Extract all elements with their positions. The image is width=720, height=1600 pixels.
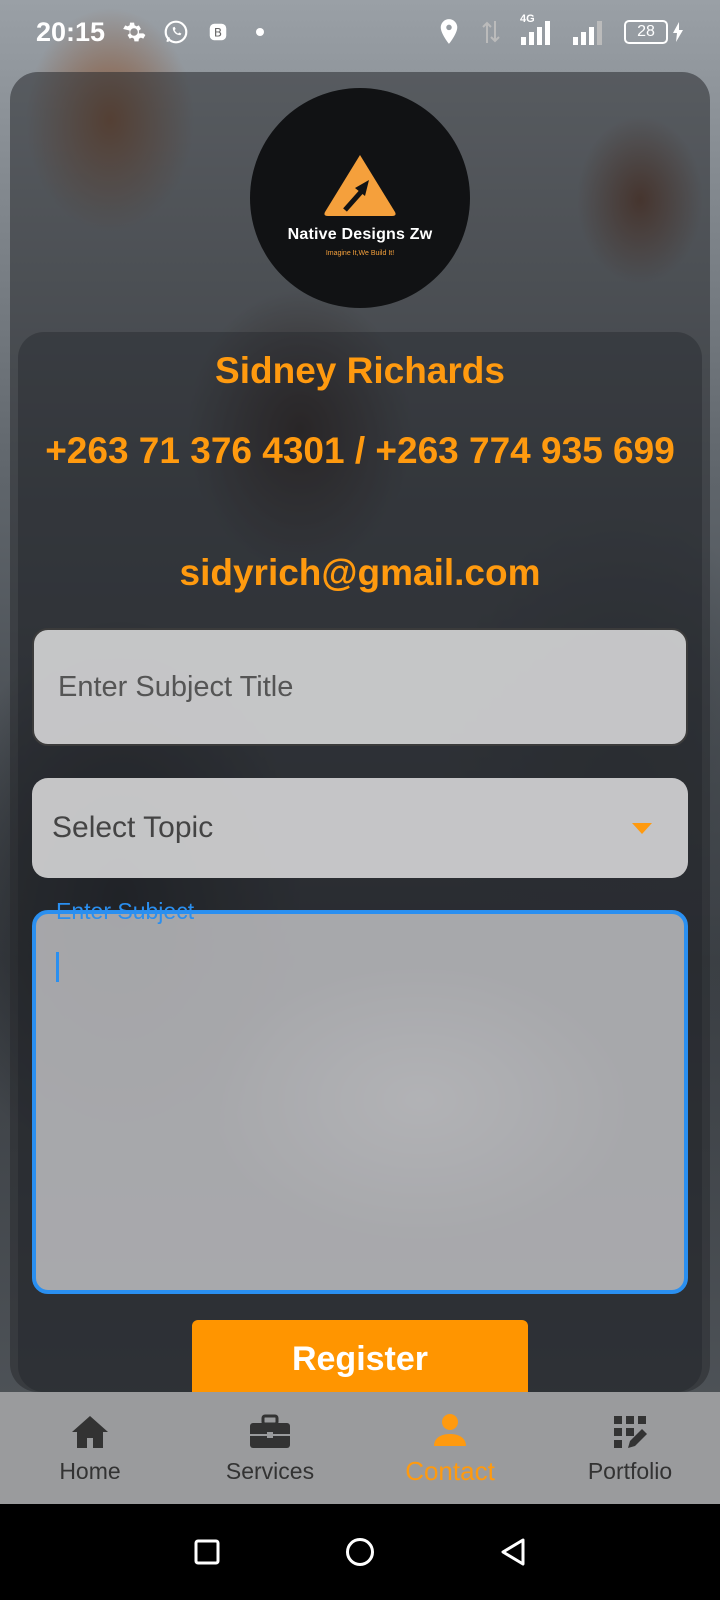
subject-label: Enter Subject: [56, 898, 195, 924]
status-bar: 20:15 B 4G 28: [0, 0, 720, 64]
battery-icon: 28: [624, 20, 684, 44]
data-transfer-icon: [478, 19, 504, 45]
dot-icon: [247, 19, 273, 45]
nav-item-home[interactable]: Home: [0, 1392, 180, 1504]
nav-item-services[interactable]: Services: [180, 1392, 360, 1504]
register-button[interactable]: Register: [192, 1320, 528, 1398]
signal-icon: [572, 19, 608, 45]
nav-label-contact: Contact: [405, 1455, 495, 1486]
home-icon: [68, 1412, 112, 1452]
company-logo: Native Designs Zw Imagine It,We Build It…: [250, 88, 470, 308]
signal-4g-icon: 4G: [520, 13, 556, 45]
gear-icon: [121, 19, 147, 45]
logo-name: Native Designs Zw: [287, 225, 433, 243]
location-icon: [436, 19, 462, 45]
clock: 20:15: [36, 16, 106, 47]
topic-dropdown-label: Select Topic: [52, 811, 214, 844]
text-cursor: [56, 952, 59, 982]
whatsapp-icon: [163, 19, 189, 45]
recents-icon[interactable]: [187, 1532, 227, 1572]
nav-label-home: Home: [59, 1457, 121, 1484]
charging-icon: [673, 22, 683, 42]
caret-down-icon: [632, 822, 652, 834]
battery-level: 28: [624, 20, 668, 44]
contact-name: Sidney Richards: [215, 350, 505, 391]
home-circle-icon[interactable]: [340, 1532, 380, 1572]
nav-item-portfolio[interactable]: Portfolio: [540, 1392, 720, 1504]
back-icon[interactable]: [493, 1532, 533, 1572]
nav-label-services: Services: [225, 1457, 315, 1484]
portfolio-icon: [608, 1412, 652, 1452]
nav-label-portfolio: Portfolio: [587, 1457, 673, 1484]
contact-phone[interactable]: +263 71 376 4301 / +263 774 935 699: [40, 428, 680, 473]
subject-textarea[interactable]: [32, 910, 688, 1294]
app-notification-icon: B: [205, 19, 231, 45]
topic-dropdown[interactable]: Select Topic: [32, 778, 688, 878]
nav-item-contact[interactable]: Contact: [360, 1392, 540, 1504]
contact-email[interactable]: sidyrich@gmail.com: [0, 552, 720, 594]
person-icon: [428, 1410, 472, 1450]
briefcase-icon: [248, 1412, 292, 1452]
system-nav-bar: [0, 1504, 720, 1600]
subject-title-input[interactable]: [58, 630, 686, 744]
bottom-nav: Home Services Contact Portfolio: [0, 1392, 720, 1504]
logo-tagline: Imagine It,We Build It!: [325, 249, 395, 257]
subject-title-field[interactable]: [32, 628, 688, 746]
svg-text:B: B: [214, 26, 222, 40]
logo-mark-icon: [324, 154, 396, 216]
